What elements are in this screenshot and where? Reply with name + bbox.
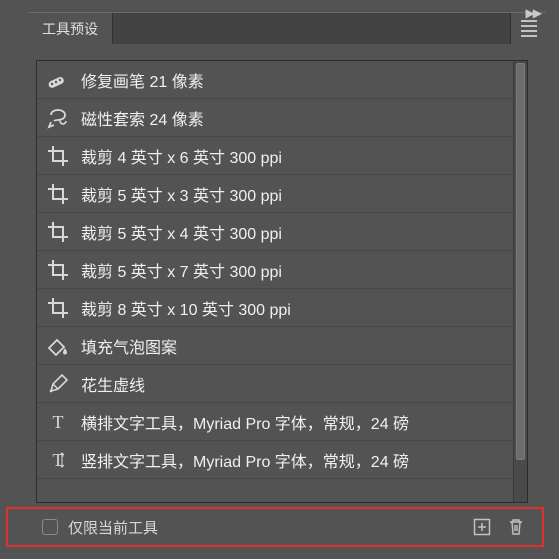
svg-text:T: T (53, 412, 64, 432)
crop-icon (45, 144, 71, 168)
preset-label: 裁剪 5 英寸 x 4 英寸 300 ppi (81, 220, 282, 244)
delete-preset-button[interactable] (504, 515, 528, 539)
crop-icon (45, 296, 71, 320)
panel-footer: 仅限当前工具 (30, 509, 540, 545)
list-item[interactable]: 填充气泡图案 (37, 327, 513, 365)
preset-label: 磁性套索 24 像素 (81, 106, 204, 130)
preset-label: 横排文字工具，Myriad Pro 字体，常规，24 磅 (81, 410, 409, 434)
crop-icon (45, 182, 71, 206)
tab-tool-presets[interactable]: 工具预设 (28, 13, 113, 44)
preset-label: 裁剪 8 英寸 x 10 英寸 300 ppi (81, 296, 291, 320)
preset-label: 修复画笔 21 像素 (81, 68, 204, 92)
fill-icon (45, 334, 71, 358)
pen-icon (45, 372, 71, 396)
crop-icon (45, 220, 71, 244)
preset-label: 填充气泡图案 (81, 334, 177, 358)
list-item[interactable]: T 竖排文字工具，Myriad Pro 字体，常规，24 磅 (37, 441, 513, 479)
list-item[interactable]: T 横排文字工具，Myriad Pro 字体，常规，24 磅 (37, 403, 513, 441)
preset-list-container: 修复画笔 21 像素磁性套索 24 像素裁剪 4 英寸 x 6 英寸 300 p… (36, 60, 528, 503)
tool-presets-panel: ▶▶ 工具预设 修复画笔 21 像素磁性套索 24 像素裁剪 4 英寸 x 6 … (28, 12, 546, 547)
crop-icon (45, 258, 71, 282)
panel-tab-bar: 工具预设 (28, 12, 546, 44)
list-item[interactable]: 磁性套索 24 像素 (37, 99, 513, 137)
list-item[interactable]: 裁剪 5 英寸 x 7 英寸 300 ppi (37, 251, 513, 289)
current-tool-only-checkbox[interactable] (42, 519, 58, 535)
list-item[interactable]: 裁剪 5 英寸 x 4 英寸 300 ppi (37, 213, 513, 251)
vertical-type-icon: T (45, 448, 71, 472)
list-item[interactable]: 裁剪 4 英寸 x 6 英寸 300 ppi (37, 137, 513, 175)
preset-list: 修复画笔 21 像素磁性套索 24 像素裁剪 4 英寸 x 6 英寸 300 p… (37, 61, 513, 502)
horizontal-type-icon: T (45, 410, 71, 434)
preset-label: 竖排文字工具，Myriad Pro 字体，常规，24 磅 (81, 448, 409, 472)
hamburger-menu-icon (521, 20, 537, 37)
list-item[interactable]: 裁剪 8 英寸 x 10 英寸 300 ppi (37, 289, 513, 327)
scrollbar[interactable] (513, 61, 527, 502)
new-preset-button[interactable] (470, 515, 494, 539)
preset-label: 裁剪 5 英寸 x 3 英寸 300 ppi (81, 182, 282, 206)
list-item[interactable]: 花生虚线 (37, 365, 513, 403)
new-icon (473, 518, 491, 536)
healing-brush-icon (45, 68, 71, 92)
trash-icon (507, 518, 525, 536)
preset-label: 裁剪 4 英寸 x 6 英寸 300 ppi (81, 144, 282, 168)
magnetic-lasso-icon (45, 106, 71, 130)
preset-label: 花生虚线 (81, 372, 145, 396)
list-item[interactable]: 修复画笔 21 像素 (37, 61, 513, 99)
preset-label: 裁剪 5 英寸 x 7 英寸 300 ppi (81, 258, 282, 282)
collapse-chevrons-icon[interactable]: ▶▶ (526, 6, 540, 20)
tab-label: 工具预设 (42, 19, 98, 39)
checkbox-label: 仅限当前工具 (68, 517, 158, 538)
list-item[interactable]: 裁剪 5 英寸 x 3 英寸 300 ppi (37, 175, 513, 213)
scrollbar-thumb[interactable] (516, 63, 525, 460)
